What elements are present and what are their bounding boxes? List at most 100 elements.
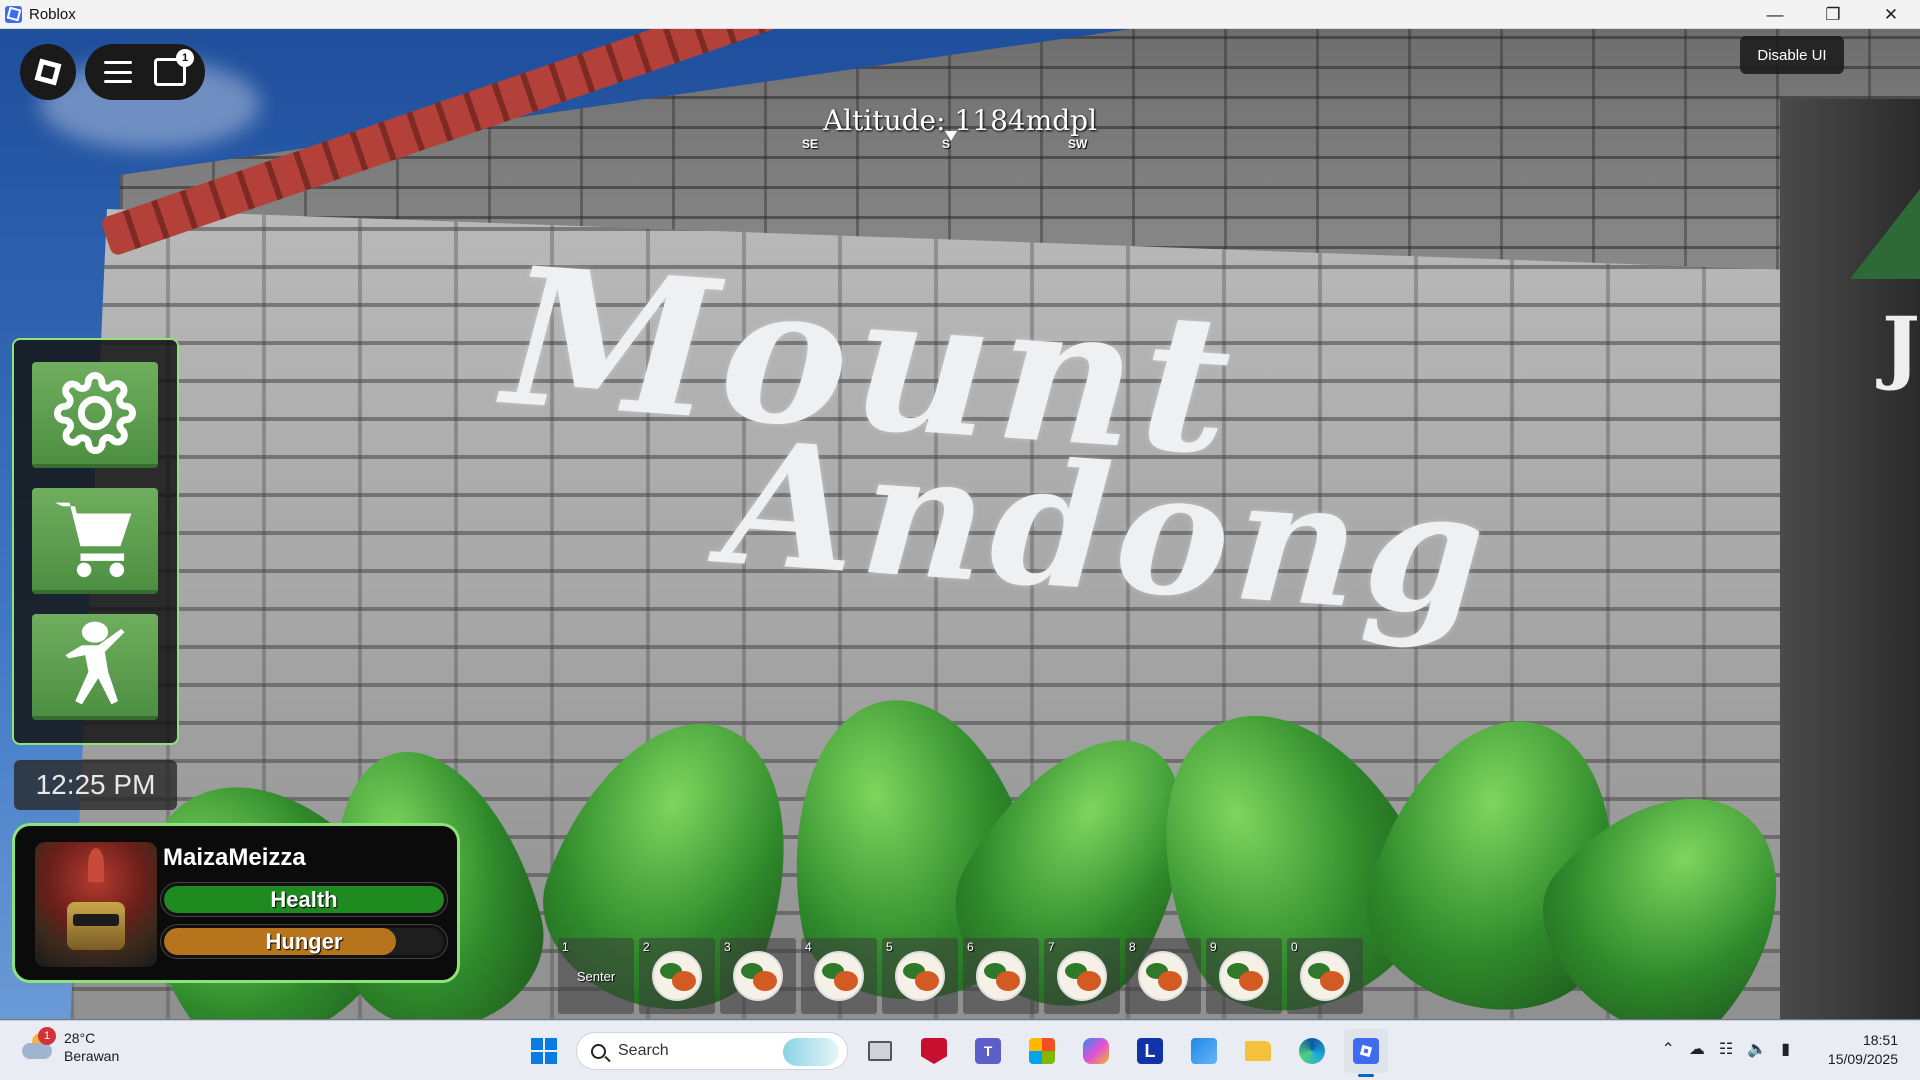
search-highlight-image <box>783 1038 839 1066</box>
start-button[interactable] <box>522 1029 566 1073</box>
window-titlebar: Roblox — ❐ ✕ <box>0 0 1920 29</box>
windows-start-icon <box>531 1038 557 1064</box>
mcafee-icon <box>921 1038 947 1064</box>
battery-icon[interactable]: ▮ <box>1781 1039 1790 1059</box>
wifi-icon[interactable]: ☷ <box>1719 1039 1733 1059</box>
health-label: Health <box>270 886 338 912</box>
avatar-mask <box>67 902 125 950</box>
topbar-pill: 1 <box>85 44 205 100</box>
roblox-icon <box>1353 1038 1379 1064</box>
hotbar-slot[interactable]: 8 <box>1125 938 1201 1014</box>
gear-icon <box>54 372 136 454</box>
close-button[interactable]: ✕ <box>1862 0 1920 29</box>
hotbar-slot-key: 2 <box>643 940 650 954</box>
hotbar-slot[interactable]: 7 <box>1044 938 1120 1014</box>
hotbar-slot[interactable]: 6 <box>963 938 1039 1014</box>
system-tray: ⌃ ☁ ☷ 🔈 ▮ <box>1662 1039 1790 1059</box>
copilot-button[interactable] <box>1074 1029 1118 1073</box>
volume-icon[interactable]: 🔈 <box>1747 1039 1767 1059</box>
taskbar-time: 18:51 <box>1862 1032 1898 1048</box>
onedrive-icon[interactable]: ☁ <box>1689 1039 1705 1059</box>
food-plate-icon <box>814 951 864 1001</box>
dance-icon <box>65 621 125 705</box>
code-app-button[interactable] <box>1182 1029 1226 1073</box>
mcafee-button[interactable] <box>912 1029 956 1073</box>
hotbar-slot[interactable]: 4 <box>801 938 877 1014</box>
window-title: Roblox <box>29 5 76 23</box>
code-app-icon <box>1191 1038 1217 1064</box>
taskbar-search[interactable]: Search <box>576 1032 848 1070</box>
chat-badge: 1 <box>176 49 194 67</box>
hotbar-slot[interactable]: 9 <box>1206 938 1282 1014</box>
hunger-label: Hunger <box>265 928 343 954</box>
hotbar-slot-key: 6 <box>967 940 974 954</box>
partial-sign-letter: J <box>1882 299 1920 393</box>
food-plate-icon <box>733 951 783 1001</box>
game-clock: 12:25 PM <box>14 760 177 810</box>
roblox-app-icon <box>5 5 22 23</box>
weather-widget[interactable]: 1 28°C Berawan <box>22 1027 119 1065</box>
hotbar-slot-key: 8 <box>1129 940 1136 954</box>
health-bar: Health <box>161 883 447 916</box>
compass: SE S SW <box>790 131 1090 159</box>
hotbar-slot[interactable]: 0 <box>1287 938 1363 1014</box>
hotbar-slot[interactable]: 3 <box>720 938 796 1014</box>
search-icon <box>591 1043 606 1059</box>
food-plate-icon <box>652 951 702 1001</box>
settings-button[interactable] <box>32 362 158 468</box>
avatar <box>35 842 157 967</box>
altitude-label: Altitude: 1184mdpl <box>822 104 1098 137</box>
edge-button[interactable] <box>1290 1029 1334 1073</box>
food-plate-icon <box>976 951 1026 1001</box>
weather-badge: 1 <box>38 1027 56 1045</box>
l-app-button[interactable]: L <box>1128 1029 1172 1073</box>
food-plate-icon <box>1300 951 1350 1001</box>
restore-icon: ❐ <box>1825 4 1841 24</box>
close-icon: ✕ <box>1883 4 1899 24</box>
teams-icon: T <box>975 1038 1001 1064</box>
emote-button[interactable] <box>32 614 158 720</box>
roblox-menu-button[interactable] <box>20 44 76 100</box>
copilot-icon <box>1083 1038 1109 1064</box>
windows-taskbar: 1 28°C Berawan Search T L ⌃ ☁ ☷ 🔈 ▮ 18:5… <box>0 1020 1920 1080</box>
hotbar-slot-key: 3 <box>724 940 731 954</box>
hotbar: 1 Senter 2 3 4 5 6 7 8 9 0 <box>558 938 1363 1014</box>
side-menu-panel <box>12 338 179 745</box>
hotbar-slot-label: Senter <box>576 968 616 984</box>
store-button[interactable] <box>1020 1029 1064 1073</box>
hotbar-slot-key: 5 <box>886 940 893 954</box>
hamburger-menu-button[interactable] <box>104 61 132 83</box>
taskbar-date: 15/09/2025 <box>1827 1051 1898 1067</box>
restore-button[interactable]: ❐ <box>1804 0 1862 29</box>
food-plate-icon <box>1219 951 1269 1001</box>
chevron-up-icon[interactable]: ⌃ <box>1662 1039 1675 1059</box>
active-indicator <box>1358 1074 1374 1077</box>
file-explorer-icon <box>1245 1041 1271 1061</box>
chat-button[interactable]: 1 <box>154 49 194 86</box>
minimize-icon: — <box>1766 4 1784 24</box>
taskbar-apps: Search T L <box>522 1029 1388 1077</box>
roblox-logo-icon <box>34 58 62 86</box>
compass-se: SE <box>802 137 819 151</box>
task-view-icon <box>868 1041 892 1061</box>
edge-icon <box>1299 1038 1325 1064</box>
hotbar-slot-key: 9 <box>1210 940 1217 954</box>
disable-ui-button[interactable]: Disable UI <box>1740 36 1844 74</box>
teams-button[interactable]: T <box>966 1029 1010 1073</box>
food-plate-icon <box>1057 951 1107 1001</box>
hotbar-slot[interactable]: 1 Senter <box>558 938 634 1014</box>
hotbar-slot[interactable]: 2 <box>639 938 715 1014</box>
taskbar-clock[interactable]: 18:51 15/09/2025 <box>1828 1031 1898 1069</box>
food-plate-icon <box>895 951 945 1001</box>
hotbar-slot-key: 4 <box>805 940 812 954</box>
roblox-taskbar-button[interactable] <box>1344 1029 1388 1077</box>
weather-cloudy-icon: 1 <box>22 1027 56 1061</box>
task-view-button[interactable] <box>858 1029 902 1073</box>
avatar-horn <box>88 848 104 882</box>
file-explorer-button[interactable] <box>1236 1029 1280 1073</box>
hotbar-slot[interactable]: 5 <box>882 938 958 1014</box>
compass-s: S <box>942 137 951 151</box>
hotbar-slot-key: 7 <box>1048 940 1055 954</box>
shop-button[interactable] <box>32 488 158 594</box>
minimize-button[interactable]: — <box>1746 0 1804 29</box>
